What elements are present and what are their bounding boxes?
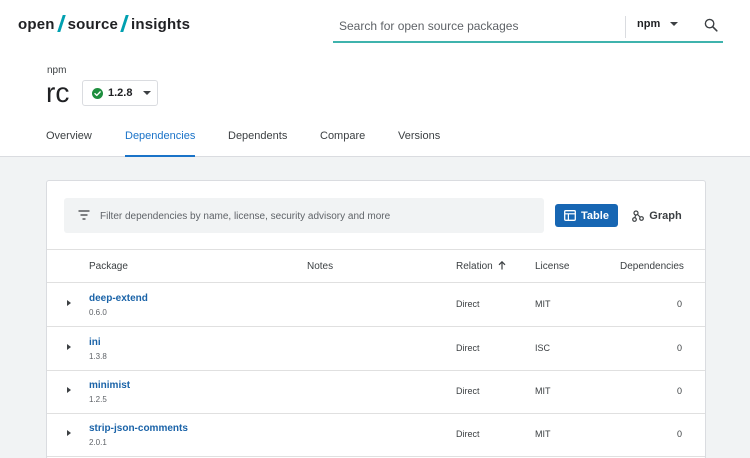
dependency-name-link[interactable]: deep-extend [89, 293, 148, 304]
tab-dependents[interactable]: Dependents [228, 130, 287, 157]
column-header-license: License [535, 261, 570, 272]
logo-slash [56, 15, 66, 32]
dependency-filter-input[interactable] [100, 206, 530, 226]
package-search-bar: npm [333, 12, 723, 43]
graph-view-button[interactable]: Graph [627, 204, 687, 227]
tab-compare[interactable]: Compare [320, 130, 365, 157]
search-divider [625, 16, 626, 38]
dependencies-table-header: Package Notes Relation License Dependenc… [47, 249, 705, 283]
ecosystem-select[interactable]: npm [637, 18, 679, 30]
expand-row-icon[interactable] [67, 300, 71, 306]
filter-icon [78, 210, 90, 220]
logo-word-open: open [18, 16, 55, 33]
expand-row-icon[interactable] [67, 430, 71, 436]
tab-dependencies[interactable]: Dependencies [125, 130, 196, 157]
dependency-count: 0 [676, 299, 682, 309]
table-icon [564, 210, 576, 221]
table-row: ini 1.3.8 Direct ISC 0 [47, 327, 705, 371]
search-icon[interactable] [704, 18, 718, 32]
table-view-label: Table [581, 209, 609, 222]
dependency-license: MIT [535, 299, 551, 309]
package-name: rc [46, 77, 70, 108]
column-header-relation-label: Relation [456, 261, 493, 272]
ecosystem-select-value: npm [637, 18, 661, 30]
logo-word-insights: insights [131, 16, 191, 33]
dependencies-card: Table Graph Package Notes Relation Licen… [46, 180, 706, 458]
package-search-input[interactable] [339, 15, 619, 37]
logo-word-source: source [67, 16, 119, 33]
chevron-down-icon [143, 91, 152, 95]
dependency-filter-bar [64, 198, 544, 233]
version-select[interactable]: 1.2.8 [82, 80, 158, 106]
version-select-value: 1.2.8 [108, 87, 133, 99]
tab-versions[interactable]: Versions [398, 130, 440, 157]
chevron-down-icon [670, 22, 679, 26]
graph-icon [632, 209, 645, 222]
dependency-relation: Direct [456, 429, 480, 439]
expand-row-icon[interactable] [67, 344, 71, 350]
graph-view-label: Graph [649, 209, 682, 222]
column-header-relation[interactable]: Relation [456, 261, 506, 272]
site-logo[interactable]: open source insights [18, 15, 190, 33]
table-row: strip-json-comments 2.0.1 Direct MIT 0 [47, 413, 705, 457]
table-view-button[interactable]: Table [555, 204, 618, 227]
dependency-count: 0 [676, 429, 682, 439]
dependency-count: 0 [676, 386, 682, 396]
dependency-count: 0 [676, 343, 682, 353]
dependency-version: 1.2.5 [89, 395, 107, 404]
table-row: minimist 1.2.5 Direct MIT 0 [47, 370, 705, 414]
dependency-version: 1.3.8 [89, 352, 107, 361]
dependency-relation: Direct [456, 343, 480, 353]
dependency-license: ISC [535, 343, 551, 353]
dependency-name-link[interactable]: minimist [89, 380, 130, 391]
dependency-license: MIT [535, 386, 551, 396]
column-header-dependencies: Dependencies [620, 261, 684, 272]
table-row: deep-extend 0.6.0 Direct MIT 0 [47, 283, 705, 327]
check-circle-icon [92, 87, 103, 99]
package-system-label: npm [47, 65, 67, 76]
tab-overview[interactable]: Overview [46, 130, 92, 157]
column-header-notes: Notes [307, 261, 334, 272]
dependency-version: 2.0.1 [89, 438, 107, 447]
dependency-name-link[interactable]: ini [89, 337, 101, 348]
logo-slash [120, 15, 129, 32]
expand-row-icon[interactable] [67, 387, 71, 393]
dependency-name-link[interactable]: strip-json-comments [89, 423, 188, 434]
dependency-version: 0.6.0 [89, 308, 107, 317]
column-header-package: Package [89, 261, 128, 272]
dependency-relation: Direct [456, 299, 480, 309]
dependency-relation: Direct [456, 386, 480, 396]
dependency-license: MIT [535, 429, 551, 439]
arrow-up-icon [498, 261, 506, 270]
